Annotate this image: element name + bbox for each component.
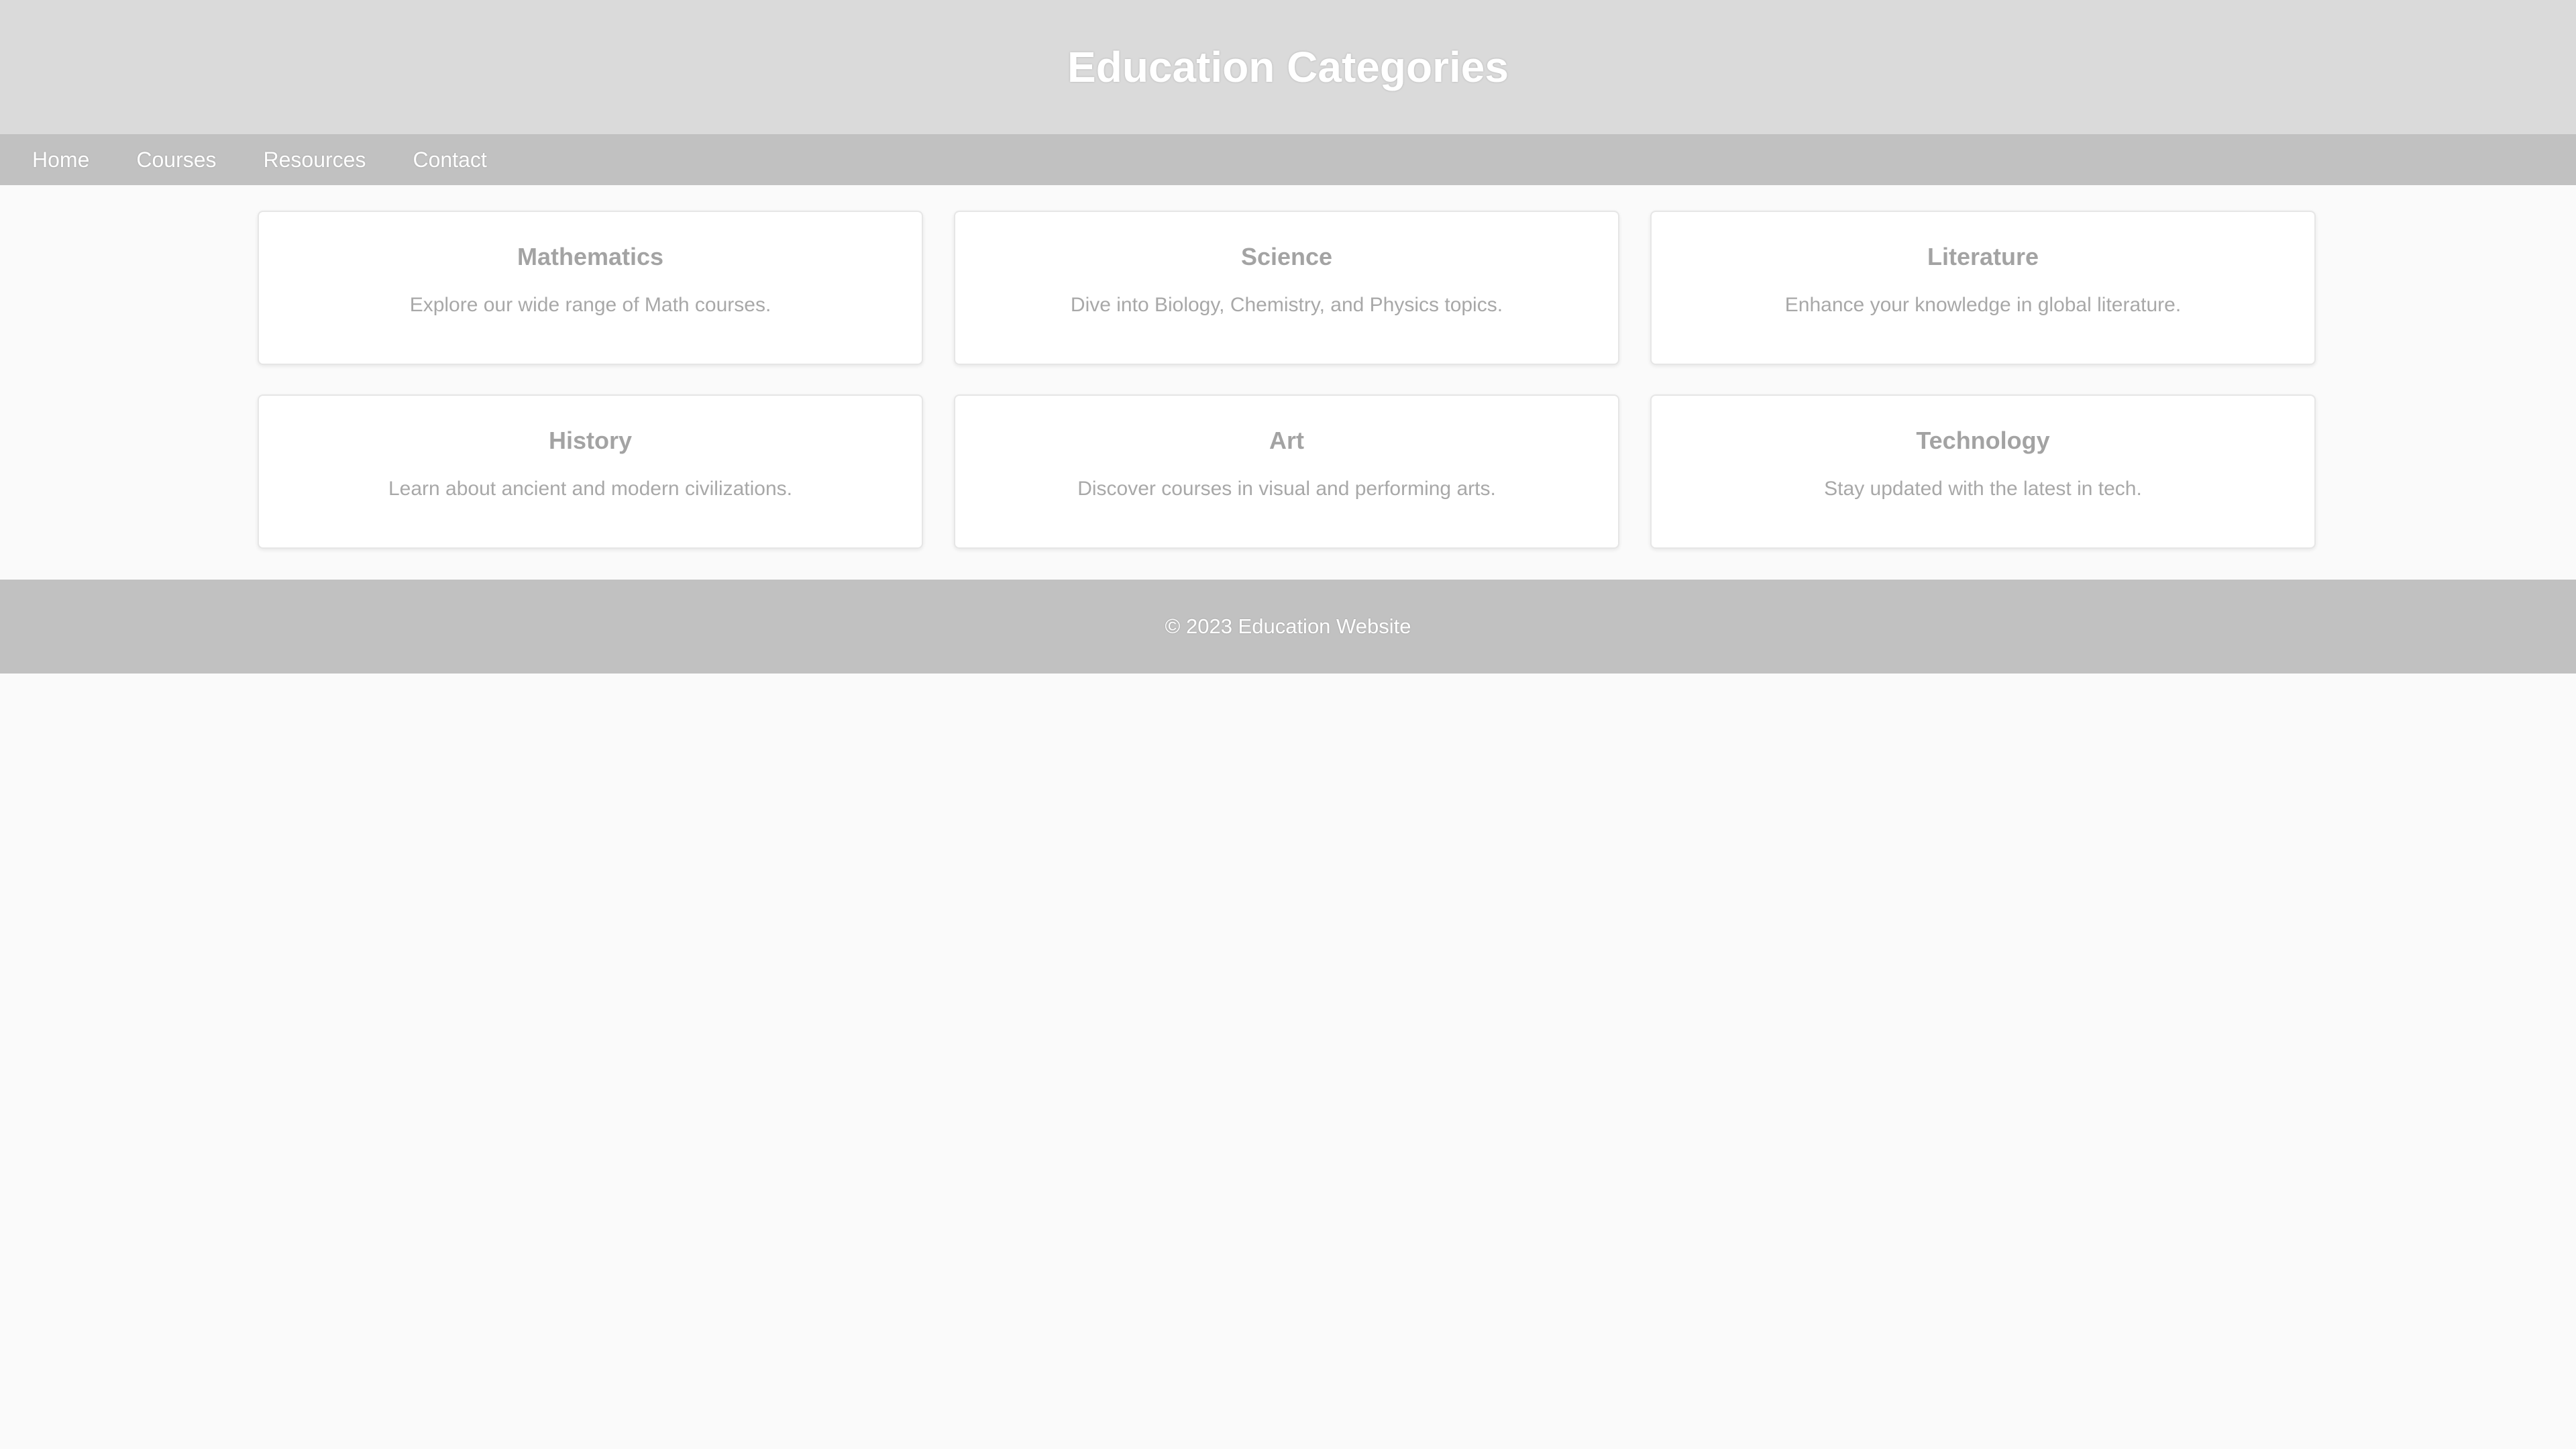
category-description: Stay updated with the latest in tech. — [1824, 478, 2142, 500]
page-title: Education Categories — [1067, 43, 1509, 91]
main-nav: Home Courses Resources Contact — [0, 134, 2576, 185]
category-card-technology[interactable]: Technology Stay updated with the latest … — [1650, 394, 2316, 549]
category-title: Literature — [1927, 243, 2039, 270]
category-title: Technology — [1916, 427, 2050, 454]
category-description: Learn about ancient and modern civilizat… — [388, 478, 793, 500]
category-title: Art — [1269, 427, 1304, 454]
category-description: Dive into Biology, Chemistry, and Physic… — [1070, 294, 1503, 316]
category-title: Science — [1240, 243, 1333, 270]
category-title: History — [548, 427, 633, 454]
category-title: Mathematics — [517, 243, 664, 270]
nav-link-resources[interactable]: Resources — [264, 148, 366, 172]
category-grid: Mathematics Explore our wide range of Ma… — [258, 211, 2318, 549]
category-description: Explore our wide range of Math courses. — [409, 294, 771, 316]
site-header: Education Categories — [0, 0, 2576, 134]
copyright-text: © 2023 Education Website — [1165, 614, 1411, 638]
site-footer: © 2023 Education Website — [0, 580, 2576, 674]
category-description: Enhance your knowledge in global literat… — [1784, 294, 2182, 316]
category-card-art[interactable]: Art Discover courses in visual and perfo… — [954, 394, 1619, 549]
category-description: Discover courses in visual and performin… — [1077, 478, 1496, 500]
nav-link-contact[interactable]: Contact — [413, 148, 486, 172]
category-card-mathematics[interactable]: Mathematics Explore our wide range of Ma… — [258, 211, 923, 365]
nav-link-home[interactable]: Home — [32, 148, 89, 172]
nav-link-courses[interactable]: Courses — [136, 148, 216, 172]
category-card-history[interactable]: History Learn about ancient and modern c… — [258, 394, 923, 549]
category-card-science[interactable]: Science Dive into Biology, Chemistry, an… — [954, 211, 1619, 365]
category-card-literature[interactable]: Literature Enhance your knowledge in glo… — [1650, 211, 2316, 365]
